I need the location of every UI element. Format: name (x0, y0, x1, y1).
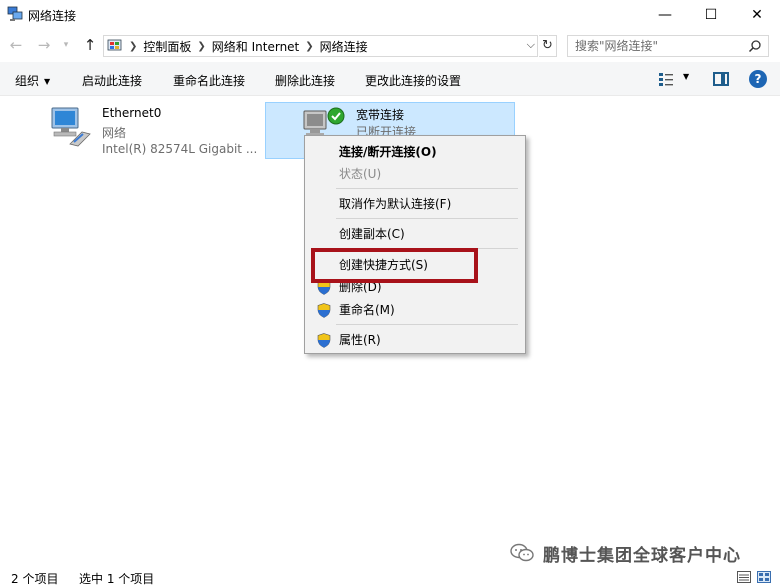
watermark: 鹏博士集团全球客户中心 (510, 540, 741, 566)
preview-pane-icon[interactable] (713, 72, 729, 86)
menu-separator (336, 188, 518, 189)
selection-count: 选中 1 个项目 (79, 572, 155, 586)
command-bar: 组织 ▼ 启动此连接 重命名此连接 删除此连接 更改此连接的设置 ▼ ? (0, 62, 780, 96)
search-icon[interactable] (748, 39, 762, 53)
organize-label: 组织 (15, 74, 40, 88)
forward-button[interactable]: → (35, 36, 53, 54)
details-view-icon[interactable] (737, 571, 751, 583)
menu-item-label: 属性(R) (339, 333, 381, 347)
menu-item-cancel-default[interactable]: 取消作为默认连接(F) (305, 193, 525, 215)
recent-locations-button[interactable]: ▾ (60, 36, 72, 54)
close-button[interactable]: ✕ (734, 0, 780, 30)
search-placeholder: 搜索"网络连接" (575, 39, 659, 53)
uac-shield-icon (317, 333, 331, 348)
uac-shield-icon (317, 303, 331, 318)
help-icon[interactable]: ? (749, 70, 767, 88)
refresh-button[interactable]: ↻ (539, 35, 557, 57)
view-options-icon[interactable] (658, 71, 674, 87)
breadcrumb-separator-icon: ❯ (129, 40, 138, 52)
view-dropdown-icon[interactable]: ▼ (683, 72, 689, 81)
maximize-button[interactable]: ☐ (688, 0, 734, 30)
item-count: 2 个项目 (11, 572, 59, 586)
chevron-down-icon: ▼ (44, 77, 51, 86)
change-settings-button[interactable]: 更改此连接的设置 (365, 72, 461, 89)
breadcrumb-network-connections[interactable]: 网络连接 (320, 38, 368, 55)
address-dropdown-button[interactable]: ⌵ (527, 38, 535, 52)
watermark-text: 鹏博士集团全球客户中心 (543, 545, 741, 566)
highlight-annotation-box (311, 248, 478, 283)
status-bar: 2 个项目 选中 1 个项目 (0, 566, 780, 588)
wechat-icon (510, 543, 534, 562)
menu-item-properties[interactable]: 属性(R) (305, 329, 525, 351)
menu-item-create-copy[interactable]: 创建副本(C) (305, 223, 525, 245)
menu-item-rename[interactable]: 重命名(M) (305, 299, 525, 321)
menu-separator (336, 218, 518, 219)
connection-type: 网络 (102, 126, 127, 140)
title-bar: 网络连接 — ☐ ✕ (0, 0, 780, 30)
address-bar[interactable]: ❯ 控制面板 ❯ 网络和 Internet ❯ 网络连接 ⌵ (103, 35, 538, 57)
breadcrumb-control-panel[interactable]: 控制面板 (143, 38, 191, 55)
window-title: 网络连接 (28, 9, 77, 23)
up-button[interactable]: ↑ (81, 36, 99, 54)
breadcrumb-separator-icon: ❯ (197, 40, 206, 52)
menu-item-status: 状态(U) (339, 167, 382, 181)
minimize-button[interactable]: — (642, 0, 688, 30)
network-adapter-icon (51, 107, 91, 147)
menu-separator (336, 324, 518, 325)
connection-item-ethernet0[interactable]: Ethernet0 网络 Intel(R) 82574L Gigabit ... (48, 104, 258, 160)
delete-connection-button[interactable]: 删除此连接 (275, 72, 335, 89)
rename-connection-button[interactable]: 重命名此连接 (173, 72, 245, 89)
breadcrumb-network-internet[interactable]: 网络和 Internet (212, 38, 299, 55)
connection-adapter: Intel(R) 82574L Gigabit ... (102, 142, 258, 156)
large-icons-view-icon[interactable] (757, 571, 771, 583)
network-connections-icon (7, 6, 23, 21)
menu-item-connect-disconnect[interactable]: 连接/断开连接(O) (305, 141, 525, 163)
menu-item-label: 重命名(M) (339, 303, 395, 317)
context-menu: 连接/断开连接(O) 状态(U) 取消作为默认连接(F) 创建副本(C) 创建快… (304, 135, 526, 354)
search-input[interactable]: 搜索"网络连接" (567, 35, 769, 57)
start-connection-button[interactable]: 启动此连接 (82, 72, 142, 89)
back-button[interactable]: ← (7, 36, 25, 54)
organize-button[interactable]: 组织 ▼ (15, 72, 50, 89)
navigation-bar: ← → ▾ ↑ ❯ 控制面板 ❯ 网络和 Internet ❯ 网络连接 ⌵ ↻… (0, 32, 780, 60)
control-panel-icon (107, 39, 122, 51)
connection-name: 宽带连接 (356, 108, 405, 122)
connection-name: Ethernet0 (102, 106, 162, 120)
breadcrumb-separator-icon: ❯ (305, 40, 314, 52)
